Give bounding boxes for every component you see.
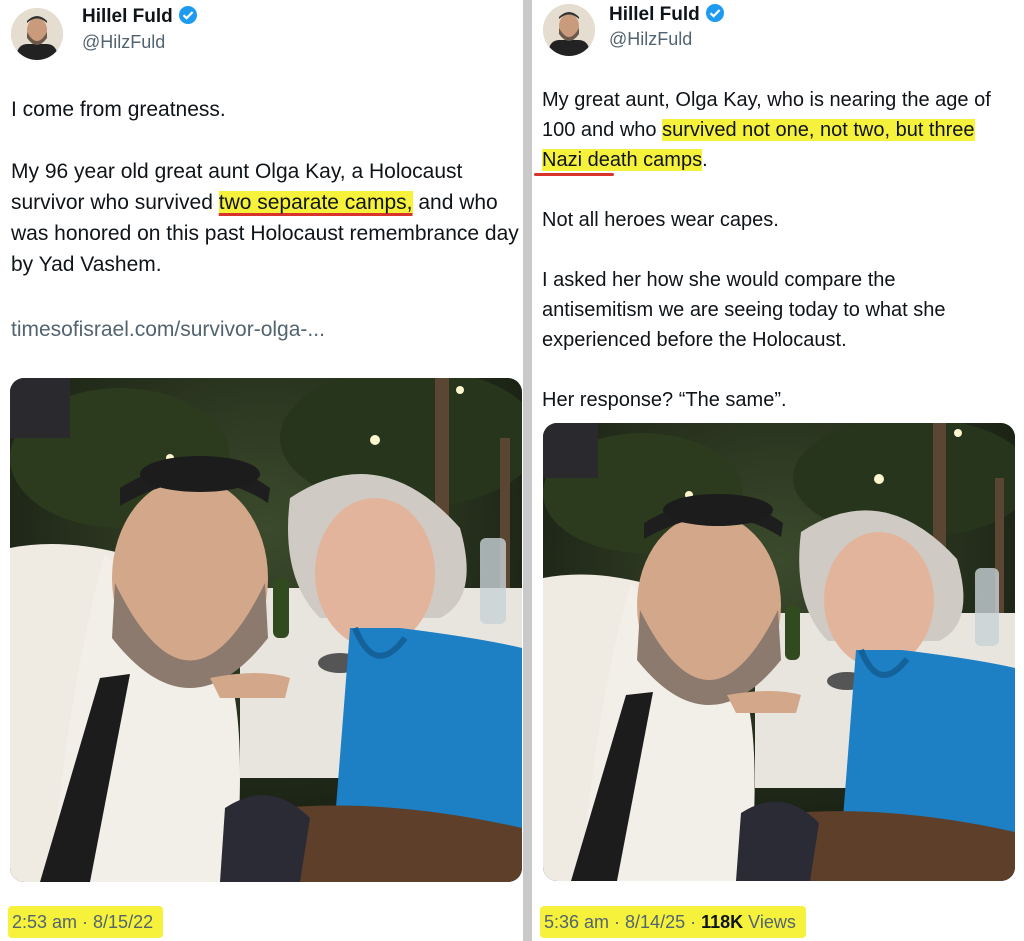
views-count: 118K (701, 912, 744, 932)
tweet-text: My great aunt, Olga Kay, who is nearing … (542, 85, 1012, 415)
tweet-paragraph-4: Her response? “The same”. (542, 389, 787, 411)
verified-badge-icon (705, 3, 725, 29)
right-tweet-screenshot: Hillel Fuld @HilzFuld My great aunt, Olg… (532, 0, 1024, 941)
tweet-paragraph-2: Not all heroes wear capes. (542, 209, 779, 231)
photo-illustration (10, 378, 522, 882)
photo-illustration (543, 423, 1015, 881)
tweet-photo[interactable] (10, 378, 522, 882)
panel-divider (523, 0, 532, 941)
author-avatar[interactable] (11, 8, 63, 60)
tweet-paragraph-3: I asked her how she would compare the an… (542, 269, 946, 351)
tweet-timestamp-and-views[interactable]: 5:36 am · 8/14/25 · 118K Views (540, 906, 806, 938)
tweet-paragraph-1: My great aunt, Olga Kay, who is nearing … (542, 89, 991, 171)
highlighted-phrase: two separate camps, (218, 191, 413, 214)
article-link[interactable]: timesofisrael.com/survivor-olga-... (11, 318, 325, 342)
author-name[interactable]: Hillel Fuld (82, 5, 198, 31)
tweet-text: I come from greatness. My 96 year old gr… (11, 94, 521, 280)
author-avatar[interactable] (543, 4, 595, 56)
red-underline-mark (534, 173, 614, 176)
tweet-line-1: I come from greatness. (11, 98, 226, 121)
tweet-paragraph-2: My 96 year old great aunt Olga Kay, a Ho… (11, 160, 519, 276)
verified-badge-icon (178, 5, 198, 31)
left-tweet-screenshot: Hillel Fuld @HilzFuld I come from greatn… (0, 0, 523, 941)
author-handle[interactable]: @HilzFuld (82, 32, 165, 53)
tweet-timestamp[interactable]: 2:53 am · 8/15/22 (8, 906, 164, 938)
tweet-photo[interactable] (543, 423, 1015, 881)
author-handle[interactable]: @HilzFuld (609, 29, 692, 50)
author-name[interactable]: Hillel Fuld (609, 3, 725, 29)
